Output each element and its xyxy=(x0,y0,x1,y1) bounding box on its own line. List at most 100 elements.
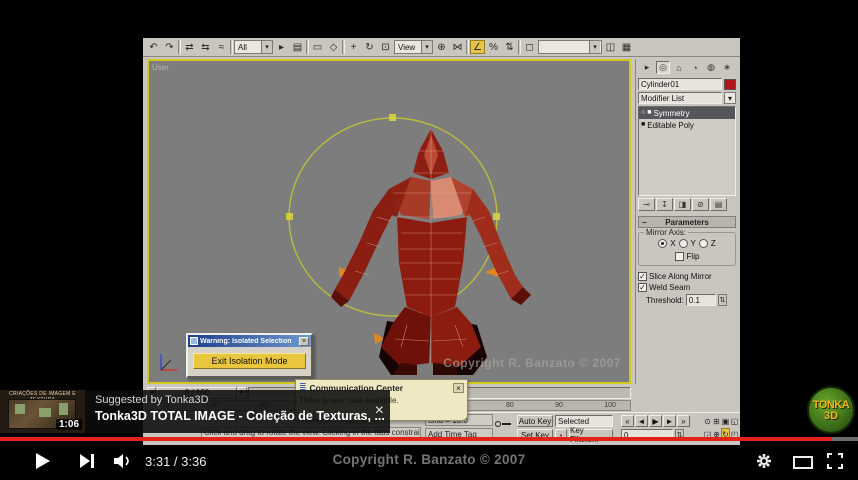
close-icon[interactable]: × xyxy=(299,336,309,346)
viewport-label[interactable]: User xyxy=(152,63,169,72)
move-icon[interactable]: + xyxy=(346,40,361,54)
threshold-spinner[interactable]: ⇅ xyxy=(717,294,727,306)
go-start-icon[interactable]: « xyxy=(621,415,634,427)
warning-dialog-titlebar[interactable]: Warning: Isolated Selection × xyxy=(188,335,311,347)
theater-mode-icon[interactable] xyxy=(793,456,813,469)
fullscreen-icon[interactable] xyxy=(827,453,843,474)
object-color-swatch[interactable] xyxy=(724,78,736,90)
radio-z[interactable] xyxy=(698,239,708,248)
rect-region-icon[interactable]: ▭ xyxy=(310,40,325,54)
stack-tools: ⊸ ↧ ◨ ⊘ ▤ xyxy=(638,198,736,211)
volume-icon[interactable] xyxy=(112,453,136,474)
auto-key-button[interactable]: Auto Key xyxy=(517,415,553,427)
chevron-down-icon[interactable]: ▾ xyxy=(724,92,736,104)
parameters-rollout-header[interactable]: − Parameters xyxy=(638,216,736,228)
select-by-name-icon[interactable]: ▤ xyxy=(290,40,305,54)
axis-tripod-icon xyxy=(160,354,177,371)
zoom-icon[interactable]: ⊙ xyxy=(703,415,712,427)
toolbar-separator xyxy=(342,40,345,54)
chevron-down-icon[interactable]: ▾ xyxy=(589,41,600,53)
schematic-view-icon[interactable]: ▦ xyxy=(619,40,634,54)
toolbar-separator xyxy=(306,40,309,54)
mirror-axis-group: Mirror Axis: X Y Z Flip xyxy=(638,228,736,266)
suggested-text[interactable]: Suggested by Tonka3D Tonka3D TOTAL IMAGE… xyxy=(85,390,390,433)
zoom-all-icon[interactable]: ⊞ xyxy=(712,415,721,427)
tab-create-icon[interactable]: ▸ xyxy=(640,61,654,74)
stack-item-editable-poly[interactable]: ■ Editable Poly xyxy=(639,119,735,131)
zoom-extents-icon[interactable]: ▣ xyxy=(721,415,730,427)
collapse-icon: − xyxy=(642,217,647,227)
make-unique-icon[interactable]: ◨ xyxy=(674,198,691,211)
window-crossing-icon[interactable]: ◇ xyxy=(326,40,341,54)
exit-isolation-button[interactable]: Exit Isolation Mode xyxy=(193,353,306,369)
command-panel-tabs: ▸ ◎ ⌂ ◔ ◍ ∗ xyxy=(638,60,736,76)
mirror-icon[interactable]: ⋈ xyxy=(450,40,465,54)
modifier-box-icon: ■ xyxy=(647,109,652,116)
radio-x[interactable] xyxy=(658,239,668,248)
named-sets-icon[interactable]: ◻ xyxy=(522,40,537,54)
threshold-field[interactable]: 0.1 xyxy=(685,294,716,306)
next-button[interactable] xyxy=(80,454,96,468)
warning-dialog: Warning: Isolated Selection × Exit Isola… xyxy=(186,333,313,378)
next-frame-icon[interactable]: ► xyxy=(663,415,676,427)
go-end-icon[interactable]: » xyxy=(677,415,690,427)
character-model xyxy=(331,129,531,375)
unlink-icon[interactable]: ⇆ xyxy=(198,40,213,54)
remove-modifier-icon[interactable]: ⊘ xyxy=(692,198,709,211)
redo-icon[interactable]: ↷ xyxy=(162,40,177,54)
max-main-toolbar: ↶ ↷ ⇄ ⇆ ≈ All ▾ ▸ ▤ ▭ ◇ + ↻ ⊡ View ▾ ⊕ ⋈… xyxy=(143,38,740,57)
reference-coordsys-dropdown[interactable]: View ▾ xyxy=(394,40,433,54)
track-view-icon[interactable]: ◫ xyxy=(603,40,618,54)
stack-item-symmetry[interactable]: ○ ■ Symmetry xyxy=(639,107,735,119)
scale-icon[interactable]: ⊡ xyxy=(378,40,393,54)
object-name-field[interactable]: Cylinder01 xyxy=(638,78,722,90)
bind-spacewarp-icon[interactable]: ≈ xyxy=(214,40,229,54)
tab-utilities-icon[interactable]: ∗ xyxy=(720,61,734,74)
selection-filter-dropdown[interactable]: All ▾ xyxy=(234,40,273,54)
suggested-title[interactable]: Tonka3D TOTAL IMAGE - Coleção de Textura… xyxy=(95,409,390,423)
channel-watermark[interactable]: TONKA 3D xyxy=(807,386,855,434)
prev-frame-icon[interactable]: ◄ xyxy=(635,415,648,427)
lock-selection-icon[interactable] xyxy=(495,419,511,429)
youtube-player: ↶ ↷ ⇄ ⇆ ≈ All ▾ ▸ ▤ ▭ ◇ + ↻ ⊡ View ▾ ⊕ ⋈… xyxy=(0,0,858,480)
configure-sets-icon[interactable]: ▤ xyxy=(710,198,727,211)
modifier-stack: ○ ■ Symmetry ■ Editable Poly xyxy=(638,106,736,196)
use-pivot-icon[interactable]: ⊕ xyxy=(434,40,449,54)
settings-gear-icon[interactable] xyxy=(756,453,772,474)
weld-checkbox[interactable]: ✓ xyxy=(638,283,647,292)
tab-display-icon[interactable]: ◍ xyxy=(704,61,718,74)
close-icon[interactable]: × xyxy=(453,382,464,393)
angle-snap-toggle-icon[interactable]: ∠ xyxy=(470,40,485,54)
mirror-axis-label: Mirror Axis: xyxy=(644,228,688,237)
select-link-icon[interactable]: ⇄ xyxy=(182,40,197,54)
pin-stack-icon[interactable]: ⊸ xyxy=(638,198,655,211)
warning-dialog-title: Warning: Isolated Selection xyxy=(200,337,292,345)
modifier-list-dropdown[interactable]: Modifier List xyxy=(638,92,722,104)
tab-modify-icon[interactable]: ◎ xyxy=(656,61,670,74)
threshold-label: Threshold: xyxy=(646,295,684,305)
close-icon[interactable]: × xyxy=(375,403,384,419)
dialog-icon xyxy=(190,337,198,345)
named-selection-dropdown[interactable]: ▾ xyxy=(538,40,602,54)
suggested-thumbnail[interactable]: CRIAÇÕES DE IMAGEM E TEXTURA 1:06 xyxy=(0,390,85,433)
percent-snap-icon[interactable]: % xyxy=(486,40,501,54)
play-button[interactable] xyxy=(36,453,50,469)
play-animation-icon[interactable]: ▶ xyxy=(649,415,662,427)
tab-hierarchy-icon[interactable]: ⌂ xyxy=(672,61,686,74)
chevron-down-icon[interactable]: ▾ xyxy=(421,41,432,53)
show-end-result-icon[interactable]: ↧ xyxy=(656,198,673,211)
undo-icon[interactable]: ↶ xyxy=(146,40,161,54)
radio-y[interactable] xyxy=(678,239,688,248)
slice-checkbox[interactable]: ✓ xyxy=(638,272,647,281)
tab-motion-icon[interactable]: ◔ xyxy=(688,61,702,74)
zoom-region-icon[interactable]: ◱ xyxy=(730,415,739,427)
bulb-icon[interactable]: ○ xyxy=(641,109,645,117)
rotate-icon[interactable]: ↻ xyxy=(362,40,377,54)
select-object-icon[interactable]: ▸ xyxy=(274,40,289,54)
spinner-snap-icon[interactable]: ⇅ xyxy=(502,40,517,54)
chevron-down-icon[interactable]: ▾ xyxy=(261,41,272,53)
toolbar-separator xyxy=(466,40,469,54)
flip-checkbox[interactable] xyxy=(674,252,684,261)
suggested-video-overlay[interactable]: CRIAÇÕES DE IMAGEM E TEXTURA 1:06 Sugges… xyxy=(0,390,390,433)
toolbar-separator xyxy=(230,40,233,54)
